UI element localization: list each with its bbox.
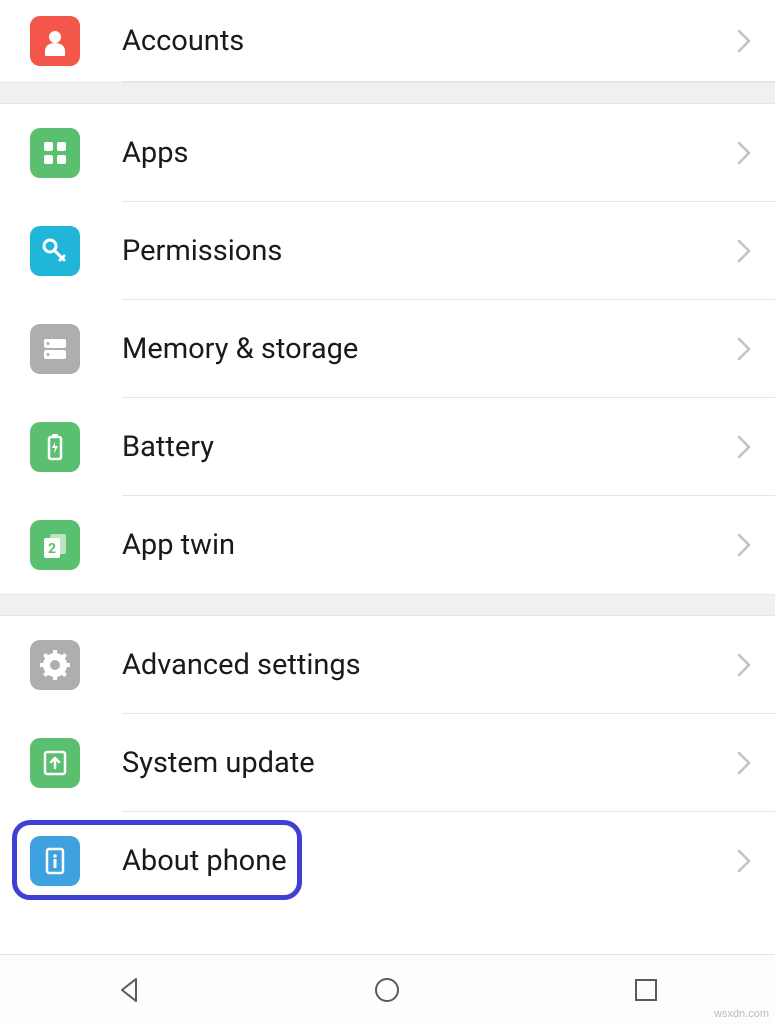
settings-item-apps[interactable]: Apps: [0, 104, 775, 202]
settings-item-label: App twin: [122, 528, 737, 562]
settings-item-battery[interactable]: Battery: [0, 398, 775, 496]
chevron-right-icon: [737, 29, 751, 53]
gear-icon: [30, 640, 80, 690]
chevron-right-icon: [737, 141, 751, 165]
nav-home-button[interactable]: [317, 960, 457, 1020]
settings-item-label: About phone: [122, 844, 737, 878]
settings-item-advanced[interactable]: Advanced settings: [0, 616, 775, 714]
settings-list: Accounts Apps Permissions: [0, 0, 775, 954]
watermark: wsxdn.com: [714, 1008, 769, 1020]
settings-item-label: Memory & storage: [122, 332, 737, 366]
storage-icon: [30, 324, 80, 374]
settings-item-label: System update: [122, 746, 737, 780]
accounts-icon: [30, 16, 80, 66]
chevron-right-icon: [737, 435, 751, 459]
chevron-right-icon: [737, 337, 751, 361]
navigation-bar: [0, 954, 775, 1024]
app-twin-icon: 2: [30, 520, 80, 570]
settings-item-system-update[interactable]: System update: [0, 714, 775, 812]
section-gap: [0, 594, 775, 616]
settings-item-storage[interactable]: Memory & storage: [0, 300, 775, 398]
settings-screen: Accounts Apps Permissions: [0, 0, 775, 1024]
apps-icon: [30, 128, 80, 178]
settings-item-label: Battery: [122, 430, 737, 464]
permissions-icon: [30, 226, 80, 276]
chevron-right-icon: [737, 751, 751, 775]
info-icon: [30, 836, 80, 886]
chevron-right-icon: [737, 239, 751, 263]
chevron-right-icon: [737, 533, 751, 557]
chevron-right-icon: [737, 653, 751, 677]
section-gap: [0, 82, 775, 104]
nav-back-button[interactable]: [59, 960, 199, 1020]
settings-item-label: Accounts: [122, 24, 737, 58]
settings-item-label: Permissions: [122, 234, 737, 268]
divider: [122, 81, 775, 82]
settings-item-label: Apps: [122, 136, 737, 170]
settings-item-about-phone[interactable]: About phone: [0, 812, 775, 910]
settings-item-permissions[interactable]: Permissions: [0, 202, 775, 300]
nav-recent-button[interactable]: [576, 960, 716, 1020]
settings-item-label: Advanced settings: [122, 648, 737, 682]
settings-item-accounts[interactable]: Accounts: [0, 0, 775, 82]
settings-item-app-twin[interactable]: 2 App twin: [0, 496, 775, 594]
update-icon: [30, 738, 80, 788]
chevron-right-icon: [737, 849, 751, 873]
battery-icon: [30, 422, 80, 472]
svg-text:2: 2: [48, 541, 56, 557]
